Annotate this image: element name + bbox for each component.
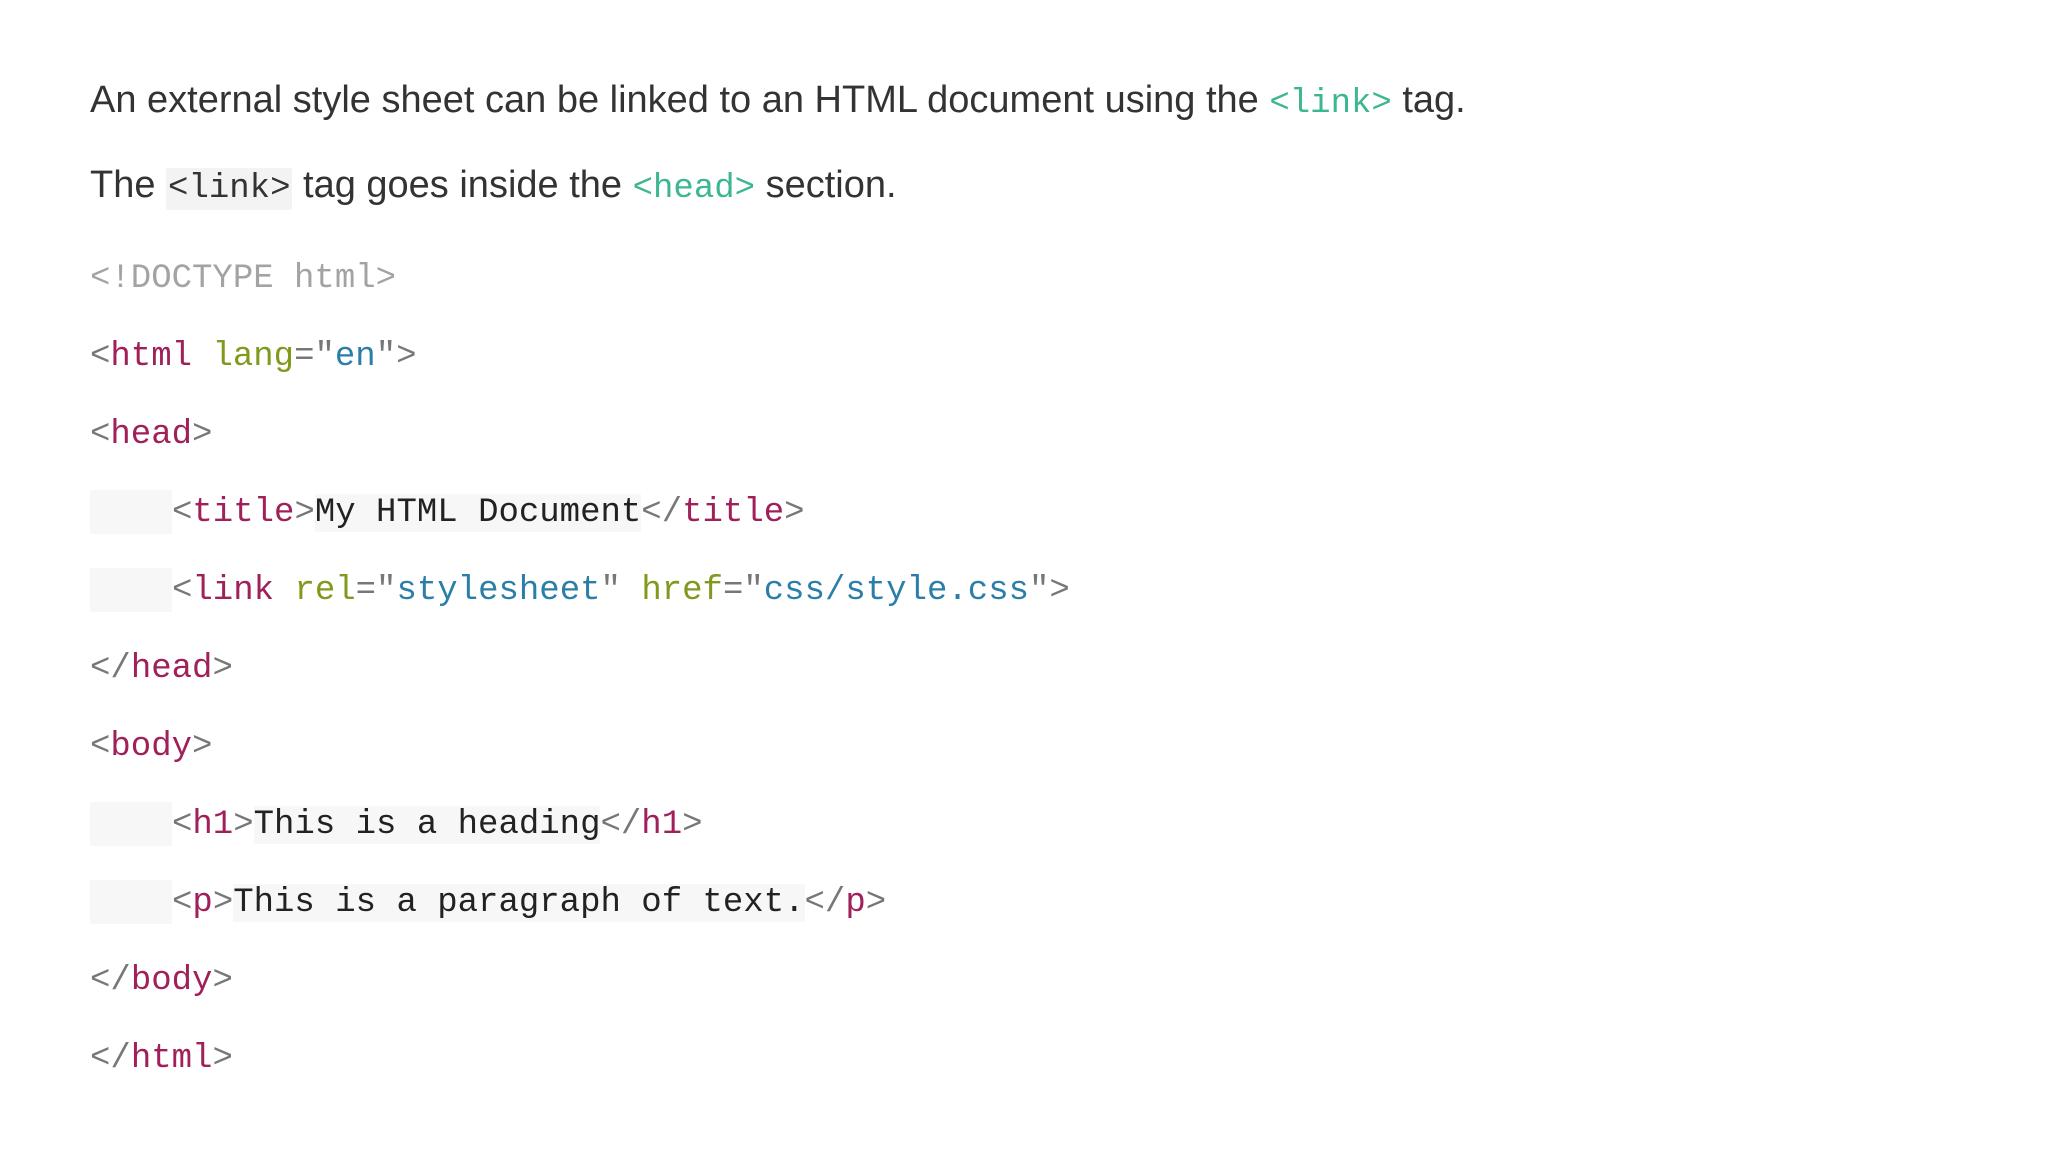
intro-text: tag. [1391, 79, 1466, 121]
inline-code-link: <link> [1269, 85, 1392, 123]
inline-code-head: <head> [632, 170, 756, 208]
title-text: My HTML Document [314, 494, 642, 532]
tag-name: h1 [641, 806, 683, 844]
intro-paragraph-2: The <link> tag goes inside the <head> se… [90, 155, 1988, 219]
attr-name: rel [294, 572, 356, 610]
code-line-body-open: <body> [90, 728, 213, 766]
code-line-doctype: <!DOCTYPE html> [90, 240, 1988, 318]
intro-text: tag goes inside the [292, 164, 633, 206]
tag-name: body [130, 962, 213, 1000]
indent-block [90, 880, 172, 925]
tag-name: p [192, 884, 213, 922]
code-line-html-close: </html> [90, 1040, 233, 1078]
tag-name: html [110, 338, 193, 376]
code-line-link: <link rel="stylesheet" href="css/style.c… [90, 552, 1988, 630]
intro-paragraph-1: An external style sheet can be linked to… [90, 70, 1988, 134]
code-line-body-close: </body> [90, 962, 233, 1000]
doctype-declaration: <!DOCTYPE html> [90, 260, 397, 298]
tag-name: h1 [192, 806, 234, 844]
heading-text: This is a heading [253, 806, 601, 844]
attr-name: href [641, 572, 723, 610]
code-line-html-open: <html lang="en"> [90, 338, 417, 376]
tag-name: body [110, 728, 193, 766]
tag-name: link [192, 572, 275, 610]
tag-name: title [192, 494, 295, 532]
code-line-title: <title>My HTML Document</title> [90, 474, 1988, 552]
tag-name: title [682, 494, 785, 532]
code-example: <!DOCTYPE html> <html lang="en"> <head> … [90, 240, 1988, 1098]
code-line-p: <p>This is a paragraph of text.</p> [90, 864, 1988, 942]
paragraph-text: This is a paragraph of text. [233, 884, 805, 922]
indent-block [90, 802, 172, 847]
inline-code-link-boxed: <link> [166, 168, 293, 210]
intro-text: The [90, 164, 167, 206]
indent-block [90, 568, 172, 613]
indent-block [90, 490, 172, 535]
tag-name: html [130, 1040, 213, 1078]
intro-text: An external style sheet can be linked to… [90, 79, 1270, 121]
tag-name: head [130, 650, 213, 688]
code-line-h1: <h1>This is a heading</h1> [90, 786, 1988, 864]
code-line-head-open: <head> [90, 416, 213, 454]
intro-text: section. [755, 164, 897, 206]
code-line-head-close: </head> [90, 650, 233, 688]
attr-value: css/style.css [763, 572, 1030, 610]
tag-name: head [110, 416, 193, 454]
attr-name: lang [212, 338, 295, 376]
article-content: An external style sheet can be linked to… [90, 70, 1988, 1098]
tag-name: p [845, 884, 866, 922]
attr-value: en [334, 338, 376, 376]
attr-value: stylesheet [396, 572, 601, 610]
